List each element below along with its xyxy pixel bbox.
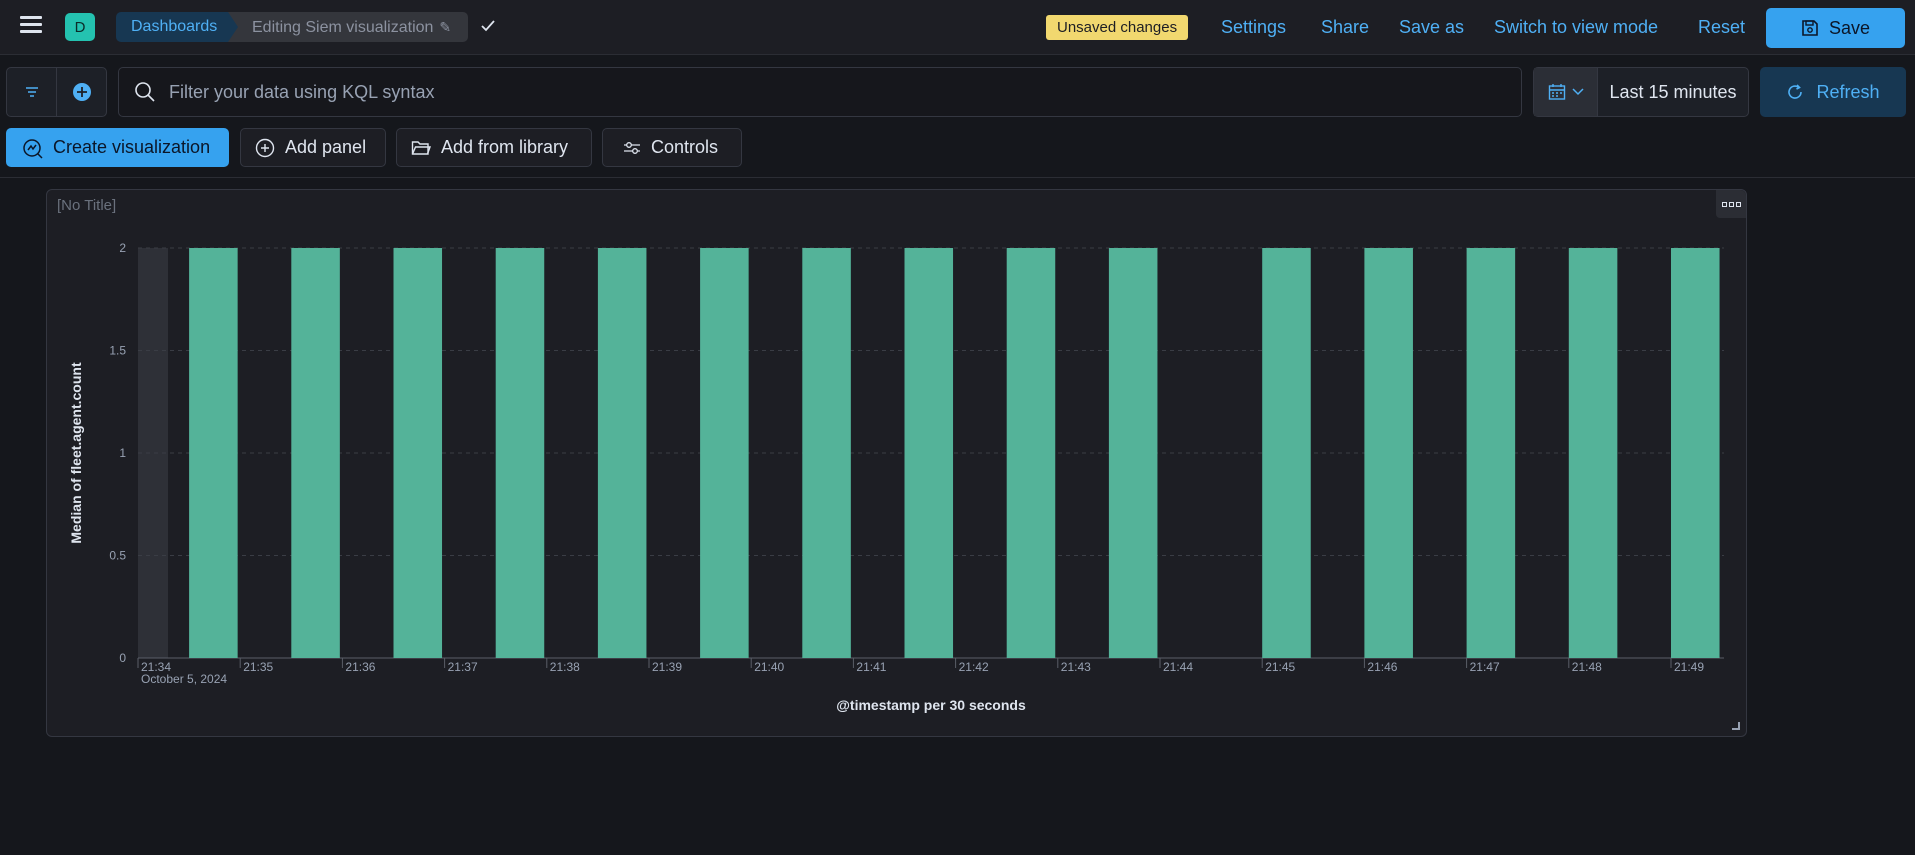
y-tick-label: 0.5 (109, 549, 126, 563)
lens-icon (23, 138, 43, 159)
panel-title: [No Title] (57, 197, 117, 214)
space-avatar[interactable]: D (65, 13, 95, 41)
bar (1466, 248, 1516, 658)
filter-icon (25, 87, 38, 97)
folder-open-icon (411, 140, 431, 155)
x-tick-label: 21:42 (959, 660, 989, 674)
time-range-button[interactable]: Last 15 minutes (1598, 68, 1748, 116)
x-tick-label: 21:47 (1470, 660, 1500, 674)
pencil-icon: ✎ (439, 19, 452, 35)
add-panel-label: Add panel (285, 137, 367, 157)
bar (597, 248, 647, 658)
save-button-label: Save (1828, 17, 1871, 38)
bar (1364, 248, 1413, 658)
panel-options-icon (1735, 201, 1741, 207)
x-tick-label: 21:37 (448, 660, 478, 674)
x-axis-title: @timestamp per 30 seconds (836, 697, 1026, 713)
kql-search-box (118, 67, 1522, 117)
controls-button[interactable]: Controls (602, 128, 742, 167)
panel-options-icon (1721, 201, 1727, 207)
bar (904, 248, 954, 658)
panel-options-button[interactable] (1716, 190, 1746, 218)
bar (700, 248, 749, 658)
create-visualization-button[interactable]: Create visualization (6, 128, 229, 167)
panel-resize-handle[interactable] (1732, 722, 1740, 730)
bar (291, 248, 340, 658)
top-navigation-bar: D Dashboards Editing Siem visualization ✎… (0, 0, 1915, 55)
y-tick-label: 1 (119, 446, 126, 460)
quick-select-button[interactable] (1534, 68, 1598, 116)
bar (1006, 248, 1056, 658)
visualization-panel: 0 0.5 1 1.5 2 21:34 October 5, 2024 21:35 21:36 2… (46, 189, 1747, 737)
refresh-icon (1788, 84, 1803, 99)
bar-chart: 00.511.5221:34October 5, 202421:35 21:36 2… (68, 241, 1724, 713)
bar (1262, 248, 1311, 658)
x-tick-label: 21:49 (1674, 660, 1704, 674)
create-visualization-label: Create visualization (53, 137, 211, 157)
x-tick-label: 21:44 (1163, 660, 1193, 674)
x-tick-label: 21:39 (652, 660, 682, 674)
bar (393, 248, 443, 658)
share-link[interactable]: Share (1321, 15, 1369, 39)
breadcrumb-dashboards[interactable]: Dashboards (116, 12, 239, 42)
kql-search-input[interactable] (169, 81, 1469, 103)
settings-link[interactable]: Settings (1221, 15, 1286, 39)
x-tick-label: 21:45 (1265, 660, 1295, 674)
x-tick-label: 21:48 (1572, 660, 1602, 674)
x-tick-label: 21:35 (243, 660, 273, 674)
bar (802, 248, 851, 658)
reset-link[interactable]: Reset (1698, 15, 1745, 39)
search-icon (135, 82, 155, 102)
plus-in-circle-icon (72, 83, 91, 101)
plus-in-circle-icon (255, 138, 275, 157)
save-icon (1802, 20, 1818, 36)
panel-options-icon (1728, 201, 1734, 207)
bar (495, 248, 545, 658)
toolbar-divider (0, 177, 1915, 178)
y-tick-label: 2 (119, 241, 126, 255)
date-picker: Last 15 minutes (1533, 67, 1749, 117)
hamburger-menu-icon[interactable] (20, 16, 42, 36)
x-tick-label: 21:40 (754, 660, 784, 674)
save-as-link[interactable]: Save as (1399, 15, 1464, 39)
add-from-library-label: Add from library (441, 137, 569, 157)
filter-controls (6, 67, 107, 117)
refresh-button[interactable]: Refresh (1760, 67, 1906, 117)
bar (1568, 248, 1618, 658)
x-tick-label: 21:41 (856, 660, 886, 674)
add-filter-button[interactable] (56, 68, 106, 116)
calendar-icon (1548, 84, 1565, 100)
x-tick-label: 21:46 (1367, 660, 1397, 674)
refresh-button-label: Refresh (1816, 81, 1880, 102)
breadcrumb-current[interactable]: Editing Siem visualization ✎ (228, 12, 468, 42)
filter-options-button[interactable] (7, 68, 56, 116)
bar (1108, 248, 1158, 658)
x-tick-label: 21:43 (1061, 660, 1091, 674)
x-tick-label: 21:36 (345, 660, 375, 674)
unsaved-changes-badge: Unsaved changes (1046, 15, 1189, 40)
y-axis-title: Median of fleet.agent.count (68, 362, 84, 544)
switch-to-view-mode-link[interactable]: Switch to view mode (1494, 15, 1658, 39)
bar (189, 248, 238, 658)
check-icon[interactable] (478, 15, 498, 37)
add-from-library-button[interactable]: Add from library (396, 128, 592, 167)
y-tick-label: 0 (119, 651, 126, 665)
save-button[interactable]: Save (1766, 8, 1905, 48)
controls-label: Controls (651, 137, 719, 157)
controls-icon (624, 141, 640, 154)
y-tick-label: 1.5 (109, 344, 126, 358)
add-panel-button[interactable]: Add panel (240, 128, 386, 167)
x-tick-label: 21:38 (550, 660, 580, 674)
chevron-down-icon (1571, 88, 1584, 96)
x-date-label: October 5, 2024 (141, 672, 227, 686)
breadcrumb-current-label: Editing Siem visualization (252, 19, 434, 36)
bar (1671, 248, 1720, 658)
